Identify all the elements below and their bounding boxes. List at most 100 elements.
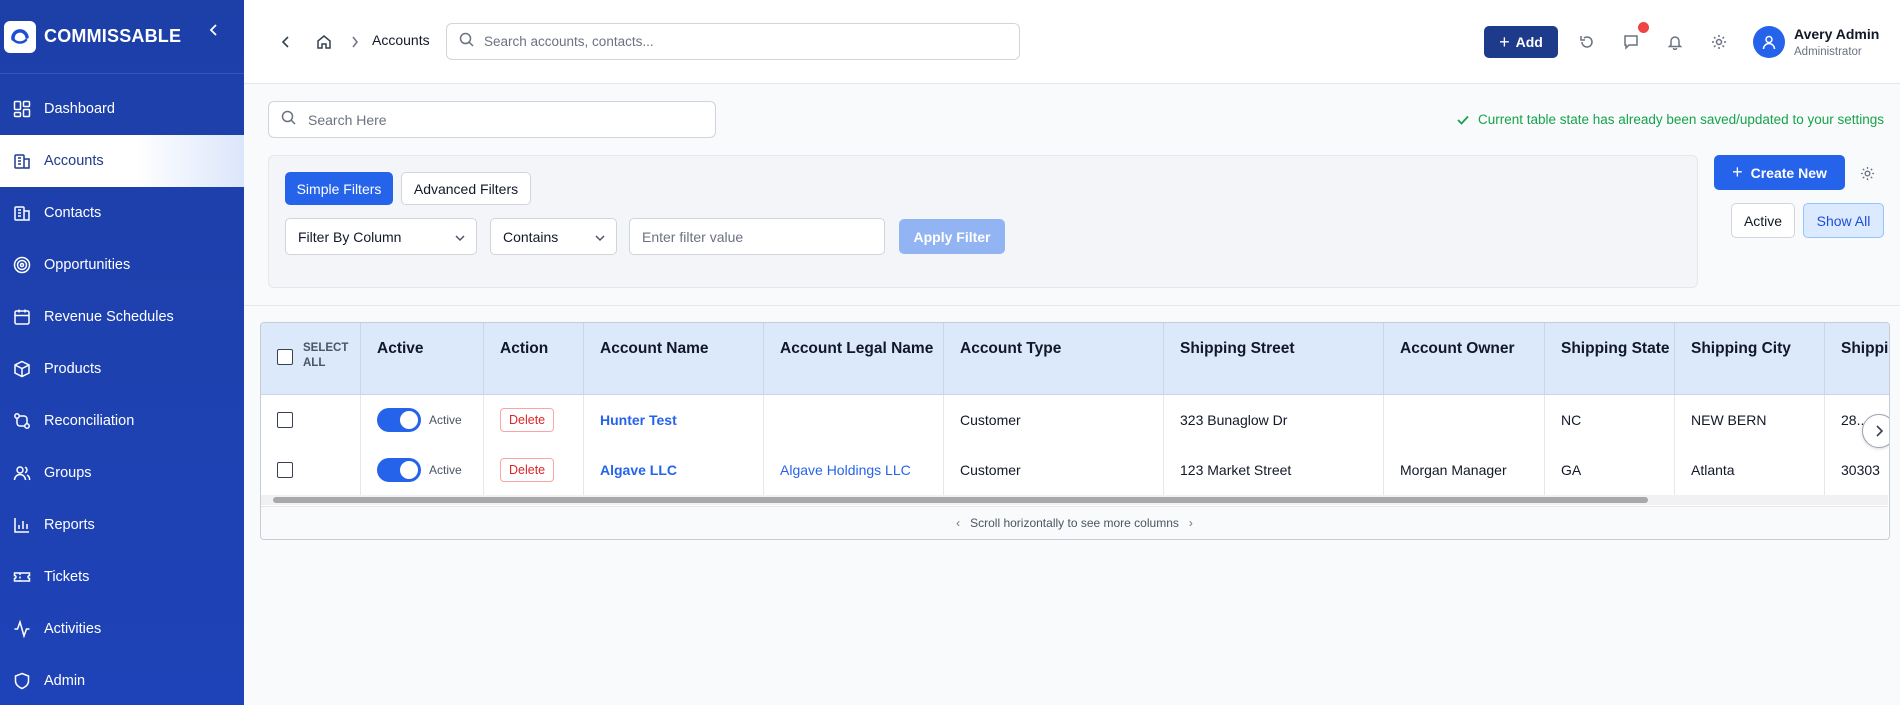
column-header-shipping-state[interactable]: Shipping State <box>1545 323 1675 395</box>
sidebar-item-contacts[interactable]: Contacts <box>0 187 244 239</box>
column-header-account-name[interactable]: Account Name <box>584 323 764 395</box>
global-search-input[interactable] <box>484 34 984 49</box>
sidebar-item-products[interactable]: Products <box>0 343 244 395</box>
add-button[interactable]: + Add <box>1484 26 1558 58</box>
scrollbar-thumb[interactable] <box>273 497 1648 503</box>
operator-select-value: Contains <box>503 228 559 245</box>
row-checkbox[interactable] <box>277 462 293 478</box>
sidebar-item-opportunities[interactable]: Opportunities <box>0 239 244 291</box>
sidebar-item-reconciliation[interactable]: Reconciliation <box>0 395 244 447</box>
sidebar-item-groups[interactable]: Groups <box>0 447 244 499</box>
topbar: Accounts + Add Avery Admin Administrator <box>244 0 1900 84</box>
active-toggle-label: Active <box>429 413 462 427</box>
column-header-account-owner[interactable]: Account Owner <box>1384 323 1545 395</box>
create-new-button[interactable]: + Create New <box>1714 155 1845 190</box>
sidebar-item-accounts[interactable]: Accounts <box>0 135 244 187</box>
account-name-link[interactable]: Hunter Test <box>600 412 677 428</box>
scroll-right-button[interactable] <box>1862 414 1889 448</box>
sidebar-item-label: Products <box>44 361 102 377</box>
sidebar-item-admin[interactable]: Admin <box>0 655 244 705</box>
global-search[interactable] <box>446 23 1020 60</box>
sidebar-item-label: Activities <box>44 621 102 637</box>
calendar-icon <box>12 307 32 327</box>
active-toggle-label: Active <box>429 463 462 477</box>
horizontal-scrollbar[interactable] <box>261 495 1888 505</box>
show-all-button[interactable]: Show All <box>1803 203 1884 238</box>
contacts-icon <box>12 203 32 223</box>
apply-filter-button[interactable]: Apply Filter <box>899 219 1005 254</box>
table-row[interactable]: Active Delete Hunter Test Customer 323 B… <box>261 395 1889 445</box>
delete-button[interactable]: Delete <box>500 408 555 432</box>
create-new-label: Create New <box>1750 164 1827 181</box>
active-toggle-button[interactable]: Active <box>1731 203 1795 238</box>
plus-icon: + <box>1732 162 1743 182</box>
select-all-checkbox[interactable] <box>277 349 293 365</box>
building-icon <box>12 151 32 171</box>
table-row[interactable]: Active Delete Algave LLC Algave Holdings… <box>261 445 1889 495</box>
row-select-cell <box>261 395 361 445</box>
breadcrumb-chevron-icon <box>348 34 362 50</box>
sidebar-item-tickets[interactable]: Tickets <box>0 551 244 603</box>
target-icon <box>12 255 32 275</box>
saved-status: Current table state has already been sav… <box>1456 112 1884 127</box>
refresh-icon[interactable] <box>1577 32 1597 52</box>
filter-value-input[interactable] <box>629 218 885 255</box>
home-icon[interactable] <box>314 32 334 52</box>
column-header-shipping-street[interactable]: Shipping Street <box>1164 323 1384 395</box>
column-header-active[interactable]: Active <box>361 323 484 395</box>
sidebar-item-label: Tickets <box>44 569 90 585</box>
chevron-down-icon <box>594 231 606 247</box>
sidebar-item-revenue-schedules[interactable]: Revenue Schedules <box>0 291 244 343</box>
sidebar-item-reports[interactable]: Reports <box>0 499 244 551</box>
sidebar: COMMISSABLE Dashboard Accounts Contacts … <box>0 0 244 705</box>
user-name[interactable]: Avery Admin <box>1794 26 1879 42</box>
chevron-right-icon <box>1876 425 1884 437</box>
sidebar-item-label: Revenue Schedules <box>44 309 174 325</box>
active-cell: Active <box>361 395 484 445</box>
legal-name-cell: Algave Holdings LLC <box>764 445 944 495</box>
legal-name-link[interactable]: Algave Holdings LLC <box>780 462 911 478</box>
activity-icon <box>12 619 32 639</box>
column-header-shipping-city[interactable]: Shipping City <box>1675 323 1825 395</box>
account-name-cell: Hunter Test <box>584 395 764 445</box>
sidebar-item-label: Dashboard <box>44 101 115 117</box>
sidebar-item-dashboard[interactable]: Dashboard <box>0 83 244 135</box>
table-settings-gear-icon[interactable] <box>1858 164 1876 182</box>
select-all-header: SELECT ALL <box>261 323 361 395</box>
back-icon[interactable] <box>277 33 295 51</box>
add-button-label: Add <box>1515 34 1543 50</box>
bell-icon[interactable] <box>1665 32 1685 52</box>
column-select[interactable]: Filter By Column <box>285 218 477 255</box>
collapse-sidebar-icon[interactable] <box>206 22 222 38</box>
sidebar-item-label: Accounts <box>44 153 104 169</box>
sidebar-item-label: Contacts <box>44 205 102 221</box>
tab-advanced-filters[interactable]: Advanced Filters <box>401 172 531 205</box>
delete-button[interactable]: Delete <box>500 458 555 482</box>
active-toggle[interactable] <box>377 458 421 482</box>
active-toggle[interactable] <box>377 408 421 432</box>
user-icon <box>1762 35 1776 50</box>
row-checkbox[interactable] <box>277 412 293 428</box>
user-role: Administrator <box>1794 46 1862 58</box>
column-header-account-legal-name[interactable]: Account Legal Name <box>764 323 944 395</box>
account-name-link[interactable]: Algave LLC <box>600 462 677 478</box>
sidebar-item-activities[interactable]: Activities <box>0 603 244 655</box>
table-search[interactable] <box>268 101 716 138</box>
column-header-action[interactable]: Action <box>484 323 584 395</box>
accounts-table: SELECT ALL Active Action Account Name Ac… <box>260 322 1890 540</box>
gear-icon[interactable] <box>1709 32 1729 52</box>
brand-logo[interactable] <box>4 20 36 53</box>
tab-simple-filters[interactable]: Simple Filters <box>285 172 393 205</box>
divider <box>244 305 1900 306</box>
breadcrumb-current[interactable]: Accounts <box>372 32 430 48</box>
avatar[interactable] <box>1753 26 1785 58</box>
column-header-shipping-zip[interactable]: Shippin <box>1825 323 1889 395</box>
shipping-state-cell: NC <box>1545 395 1675 445</box>
messages-icon[interactable] <box>1621 32 1641 52</box>
account-type-cell: Customer <box>944 395 1164 445</box>
sidebar-item-label: Admin <box>44 673 86 689</box>
column-header-account-type[interactable]: Account Type <box>944 323 1164 395</box>
table-search-input[interactable] <box>308 111 688 128</box>
sidebar-item-label: Reports <box>44 517 95 533</box>
operator-select[interactable]: Contains <box>490 218 617 255</box>
